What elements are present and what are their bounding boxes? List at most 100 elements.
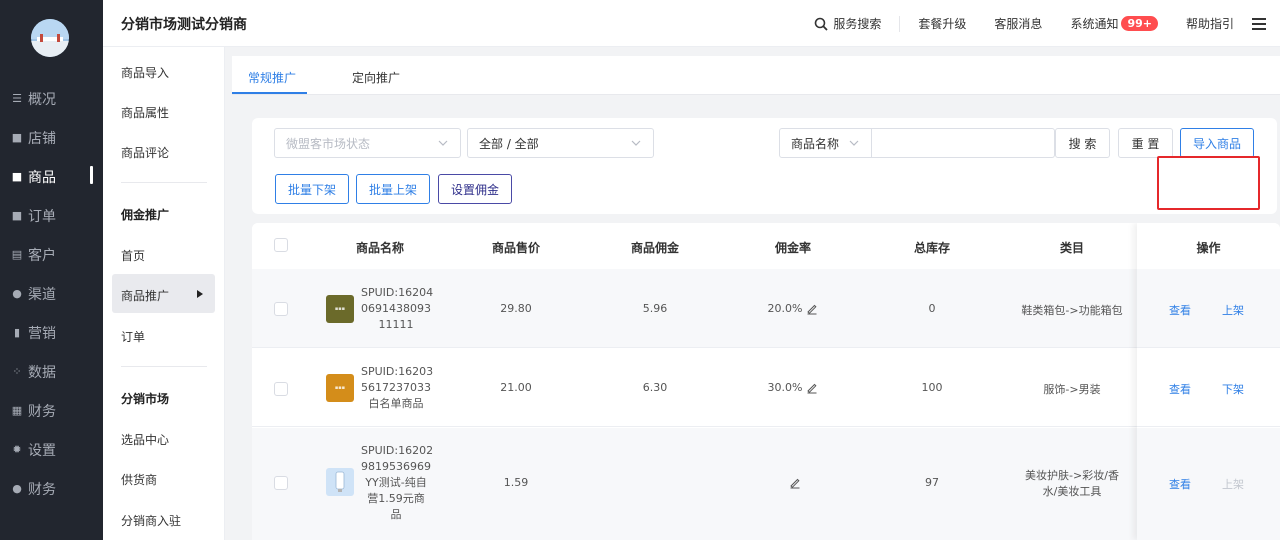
search-input[interactable] [872,128,1055,158]
product-thumbnail: ▪▪▪ [326,295,354,323]
search-field-value: 商品名称 [791,136,840,151]
subnav-item-goods-attr[interactable]: 商品属性 [121,104,169,121]
set-commission-button[interactable]: 设置佣金 [438,174,512,204]
subnav-item-goods-import[interactable]: 商品导入 [121,64,169,81]
nav-item-overview[interactable]: ☰ 概况 [0,79,103,118]
product-name[interactable]: SPUID:16204 0691438093 11111 [361,285,433,333]
plan-upgrade-link[interactable]: 套餐升级 [918,15,966,32]
lotion-tube-icon [335,471,345,492]
subnav-item-distributor-join[interactable]: 分销商入驻 [121,512,181,529]
search-button[interactable]: 搜 索 [1055,128,1110,158]
header-actions: 服务搜索 套餐升级 客服消息 系统通知 99+ 帮助指引 [814,0,1280,47]
goods-table: 商品名称 商品售价 商品佣金 佣金率 总库存 类目 ▪▪▪ SPUID:1620… [252,223,1280,540]
nav-label: 财务 [28,481,56,498]
on-shelf-link[interactable]: 上架 [1222,302,1244,318]
help-guide-link[interactable]: 帮助指引 [1186,15,1234,32]
product-name-line: YY测试-纯自 [365,476,427,489]
edit-pencil-icon[interactable] [806,382,818,394]
main-nav: ☰ 概况 ■ 店铺 ■ 商品 ■ 订单 ▤ 客户 ● 渠道 ▮ 营销 ⁘ 数据 [0,79,103,508]
subnav-item-selection-center[interactable]: 选品中心 [121,431,169,448]
subnav-item-goods-promo[interactable]: 商品推广 [121,287,169,304]
product-category: 美妆护肤->彩妆/香 水/美妆工具 [1012,468,1132,500]
nav-item-channel[interactable]: ● 渠道 [0,274,103,313]
product-price: 29.80 [500,302,532,315]
product-category: 服饰->男装 [1012,381,1132,397]
col-header-price: 商品售价 [491,241,540,255]
tab-regular-promo[interactable]: 常规推广 [248,69,296,86]
page-title: 分销市场测试分销商 [121,17,247,33]
product-name[interactable]: SPUID:16203 5617237033 白名单商品 [361,364,434,412]
batch-on-shelf-button[interactable]: 批量上架 [356,174,430,204]
view-link[interactable]: 查看 [1169,302,1191,318]
reset-button[interactable]: 重 置 [1118,128,1173,158]
nav-label: 财务 [28,403,56,420]
subnav-item-goods-review[interactable]: 商品评论 [121,144,169,161]
nav-item-finance[interactable]: ▦ 财务 [0,391,103,430]
commission-rate: 20.0% [733,302,853,315]
product-name-line: SPUID:16203 [361,365,434,378]
top-header: 分销市场测试分销商 服务搜索 套餐升级 客服消息 系统通知 99+ 帮助指引 [103,0,1280,47]
subnav-group-market: 分销市场 [121,392,170,406]
product-name-line: 5617237033 [361,381,431,394]
view-link[interactable]: 查看 [1169,381,1191,397]
subnav-item-order[interactable]: 订单 [121,328,145,345]
subnav-item-home[interactable]: 首页 [121,247,145,264]
market-status-select[interactable]: 微盟客市场状态 [274,128,461,158]
product-name[interactable]: SPUID:16202 9819536969 YY测试-纯自 营1.59元商 品 [361,443,434,523]
store-logo[interactable] [31,19,69,57]
batch-off-shelf-button[interactable]: 批量下架 [275,174,349,204]
product-name-line: SPUID:16202 [361,444,434,457]
category-select[interactable]: 全部 / 全部 [467,128,654,158]
search-icon [815,17,829,31]
notice-count-badge: 99+ [1121,16,1158,31]
tab-bar: 常规推广 定向推广 [232,56,1280,95]
menu-icon[interactable] [1252,17,1266,30]
row-checkbox[interactable] [274,382,288,396]
subnav-divider [121,366,207,367]
overview-icon: ☰ [12,92,22,105]
nav-label: 营销 [28,325,56,342]
chevron-down-icon [631,140,641,146]
off-shelf-link[interactable]: 下架 [1222,381,1244,397]
op-cell-row: 查看 上架 [1137,269,1280,348]
select-all-checkbox[interactable] [274,238,288,252]
product-name-line: 品 [390,508,402,521]
view-link[interactable]: 查看 [1169,476,1191,492]
nav-item-data[interactable]: ⁘ 数据 [0,352,103,391]
tab-targeted-promo[interactable]: 定向推广 [352,69,400,86]
customer-icon: ▤ [11,248,23,261]
edit-pencil-icon[interactable] [806,303,818,315]
product-stock: 97 [925,476,939,489]
row-checkbox[interactable] [274,302,288,316]
channel-icon: ● [12,287,22,300]
nav-item-customer[interactable]: ▤ 客户 [0,235,103,274]
product-stock: 0 [928,302,936,315]
nav-item-store[interactable]: ■ 店铺 [0,118,103,157]
data-icon: ⁘ [12,365,22,378]
nav-item-settings[interactable]: ✹ 设置 [0,430,103,469]
operation-column: 操作 查看 上架 查看 下架 查看 上架 [1137,223,1280,540]
import-goods-button[interactable]: 导入商品 [1180,128,1254,158]
service-search-label: 服务搜索 [833,17,882,31]
system-notice-link[interactable]: 系统通知 99+ [1070,15,1158,32]
table-row: SPUID:16202 9819536969 YY测试-纯自 营1.59元商 品… [252,428,1280,540]
subnav-item-supplier[interactable]: 供货商 [121,471,157,488]
commission-rate [733,476,853,489]
nav-item-finance-2[interactable]: ● 财务 [0,469,103,508]
product-name-line: 白名单商品 [368,397,424,410]
nav-label: 客户 [28,247,56,264]
search-field-select[interactable]: 商品名称 [779,128,872,158]
product-thumbnail: ▪▪▪ [326,374,354,402]
nav-item-order[interactable]: ■ 订单 [0,196,103,235]
col-header-operation: 操作 [1196,241,1221,255]
system-notice-label: 系统通知 [1070,17,1119,31]
nav-item-marketing[interactable]: ▮ 营销 [0,313,103,352]
customer-message-link[interactable]: 客服消息 [994,15,1042,32]
service-search-button[interactable]: 服务搜索 [814,15,901,32]
row-checkbox[interactable] [274,476,288,490]
col-header-category: 类目 [1059,241,1084,255]
category-line: 鞋类箱包->功能箱包 [1021,304,1123,317]
nav-item-goods[interactable]: ■ 商品 [0,157,103,196]
subnav-group-commission: 佣金推广 [121,208,170,222]
edit-pencil-icon[interactable] [789,477,801,489]
